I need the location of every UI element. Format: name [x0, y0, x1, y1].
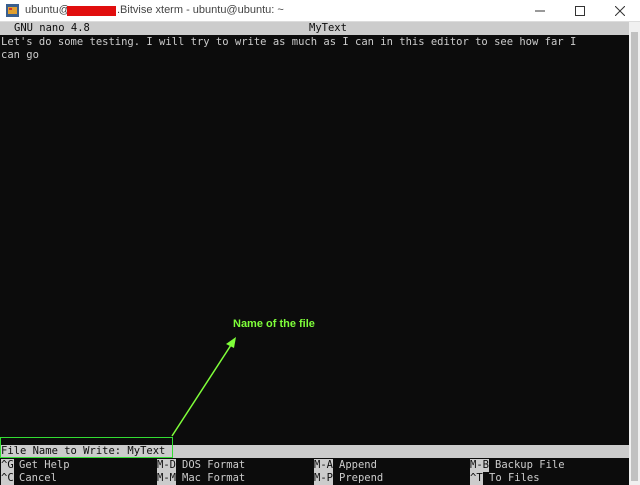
shortcut-key-cancel: ^C	[1, 472, 14, 485]
nano-filename: MyText	[309, 22, 347, 34]
shortcut-backup-file[interactable]: Backup File	[495, 459, 565, 472]
close-button[interactable]	[600, 0, 640, 21]
scrollbar-thumb[interactable]	[631, 32, 638, 481]
redacted-host	[67, 6, 116, 16]
shortcut-key-prepend: M-P	[314, 472, 333, 485]
shortcut-key-mac-format: M-M	[157, 472, 176, 485]
maximize-button[interactable]	[560, 0, 600, 21]
window-titlebar: ubuntu@ .Bitvise xterm - ubuntu@ubuntu: …	[0, 0, 640, 22]
shortcut-cancel[interactable]: Cancel	[19, 472, 57, 485]
shortcut-mac-format[interactable]: Mac Format	[182, 472, 245, 485]
nano-header-bar: GNU nano 4.8 MyText	[0, 22, 629, 35]
shortcut-get-help[interactable]: Get Help	[19, 459, 70, 472]
editor-line[interactable]: can go	[1, 49, 39, 62]
shortcut-key-backup-file: M-B	[470, 459, 489, 472]
terminal-area[interactable]: GNU nano 4.8 MyText Let's do some testin…	[0, 22, 629, 485]
shortcut-key-to-files: ^T	[470, 472, 483, 485]
shortcut-prepend[interactable]: Prepend	[339, 472, 383, 485]
minimize-button[interactable]	[520, 0, 560, 21]
shortcut-key-dos-format: M-D	[157, 459, 176, 472]
window-title-user: ubuntu@	[25, 4, 70, 16]
annotation-label: Name of the file	[233, 318, 315, 330]
bitvise-app-icon	[6, 4, 19, 17]
editor-line[interactable]: Let's do some testing. I will try to wri…	[1, 36, 576, 49]
minimize-icon	[535, 10, 545, 12]
maximize-icon	[575, 6, 585, 16]
shortcut-key-get-help: ^G	[1, 459, 14, 472]
shortcut-dos-format[interactable]: DOS Format	[182, 459, 245, 472]
close-icon	[615, 6, 625, 16]
shortcut-append[interactable]: Append	[339, 459, 377, 472]
nano-version: GNU nano 4.8	[14, 22, 90, 34]
window-title: .Bitvise xterm - ubuntu@ubuntu: ~	[117, 4, 284, 16]
shortcut-to-files[interactable]: To Files	[489, 472, 540, 485]
vertical-scrollbar[interactable]	[629, 22, 640, 485]
shortcut-key-append: M-A	[314, 459, 333, 472]
filename-highlight-box	[0, 437, 173, 458]
